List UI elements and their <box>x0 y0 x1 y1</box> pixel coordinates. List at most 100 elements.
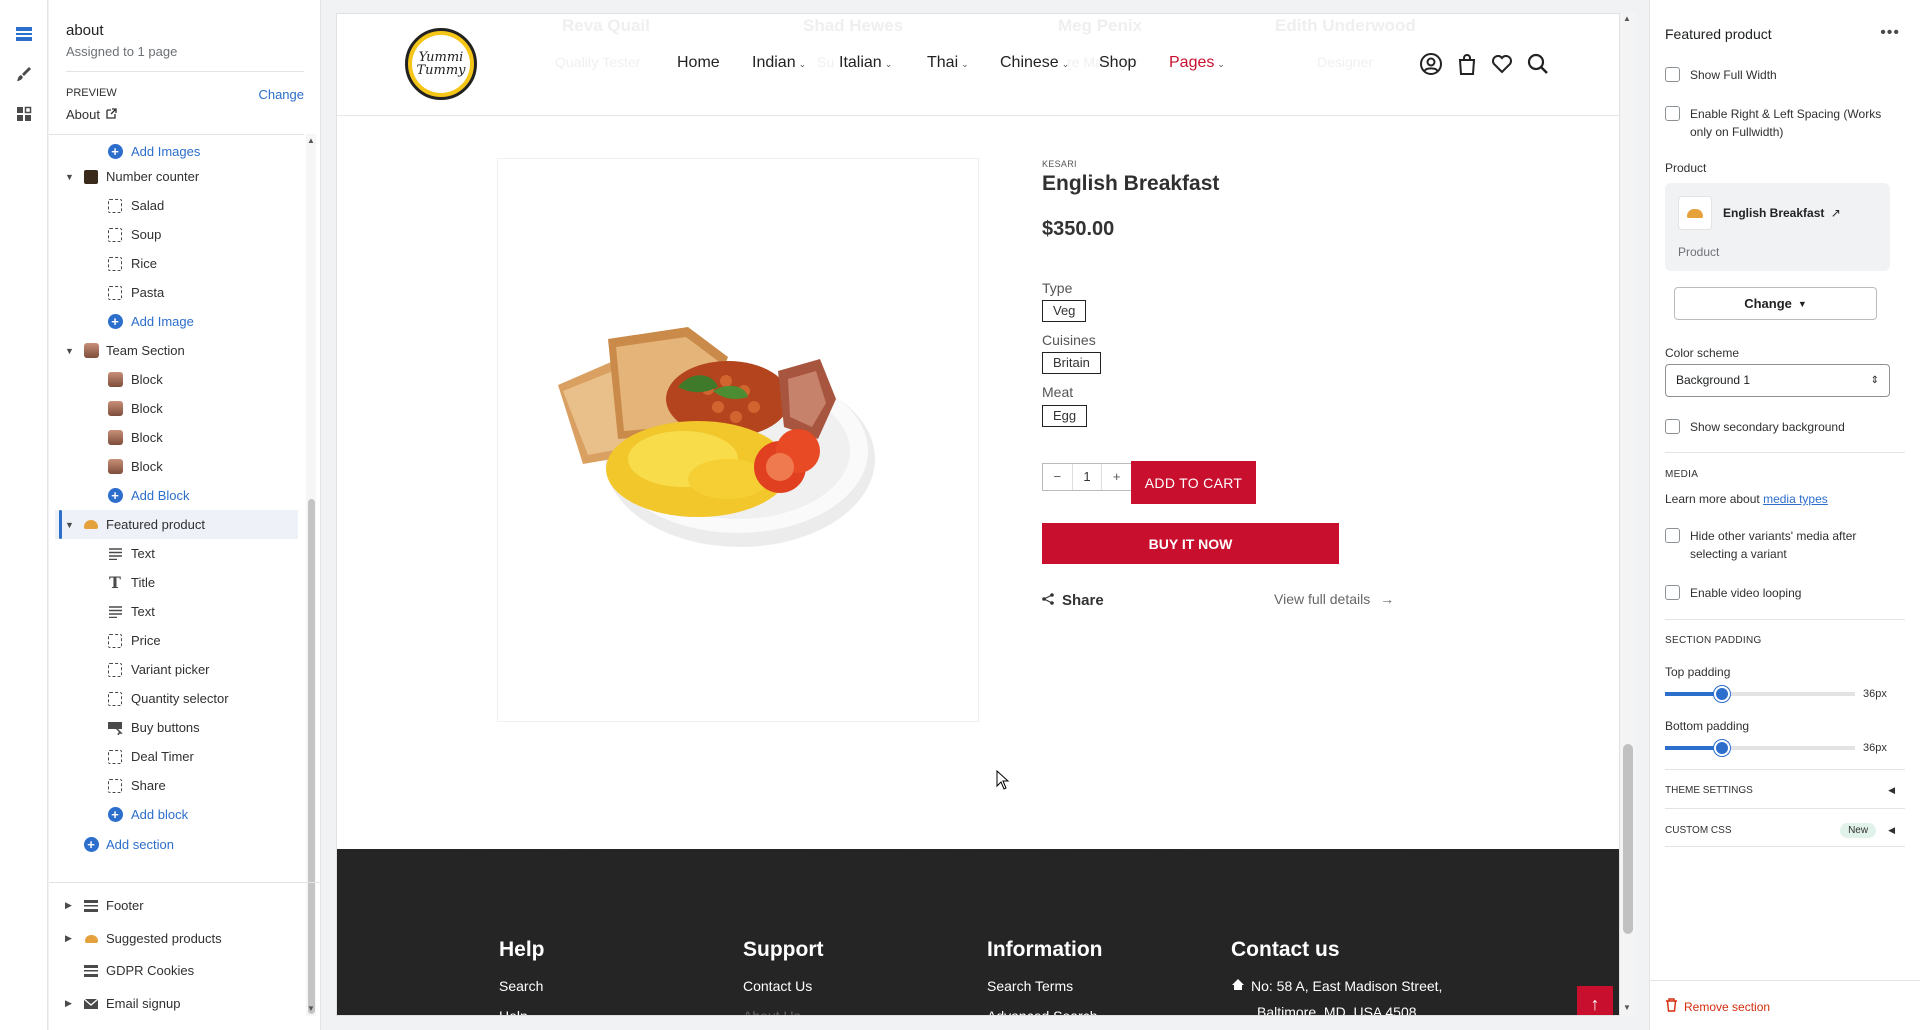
theme-settings-accordion[interactable]: THEME SETTINGS ◀ <box>1665 785 1895 796</box>
block-item[interactable]: Text <box>49 597 304 626</box>
buy-now-button[interactable]: BUY IT NOW <box>1042 523 1339 564</box>
block-item[interactable]: Rice <box>49 249 304 278</box>
footer-link[interactable]: About Us <box>743 1008 823 1015</box>
block-item[interactable]: Variant picker <box>49 655 304 684</box>
footer-link[interactable]: Advanced Search <box>987 1008 1103 1015</box>
block-item[interactable]: Buy buttons <box>49 713 304 742</box>
plus-button[interactable]: + <box>1102 464 1131 490</box>
add-block-button[interactable]: + Add block <box>49 800 304 829</box>
section-padding-caption: SECTION PADDING <box>1665 635 1762 646</box>
option-pill-meat[interactable]: Egg <box>1042 405 1088 427</box>
bottom-padding-slider[interactable] <box>1665 740 1855 756</box>
heart-icon[interactable] <box>1490 52 1514 76</box>
block-item[interactable]: Block <box>49 394 304 423</box>
preview-scrollbar[interactable]: ▲ ▼ <box>1620 13 1636 1016</box>
share-button[interactable]: Share <box>1042 592 1104 609</box>
custom-css-accordion[interactable]: CUSTOM CSS New ◀ <box>1665 823 1895 838</box>
show-full-width-checkbox[interactable]: Show Full Width <box>1665 66 1890 84</box>
footer-link[interactable]: Search Terms <box>987 978 1103 994</box>
block-item[interactable]: Block <box>49 365 304 394</box>
section-number-counter[interactable]: ▼ Number counter <box>49 162 304 191</box>
block-item[interactable]: Deal Timer <box>49 742 304 771</box>
plus-circle-icon: + <box>106 487 124 505</box>
color-scheme-select[interactable]: Background 1 ⇕ <box>1665 364 1890 397</box>
theme-settings-brush-icon[interactable] <box>8 58 40 90</box>
account-icon[interactable] <box>1419 52 1443 76</box>
block-item[interactable]: Block <box>49 423 304 452</box>
add-section-button[interactable]: + Add section <box>49 830 304 859</box>
slider-handle[interactable] <box>1714 686 1730 702</box>
person-thumbnail-icon <box>106 371 124 389</box>
caret-down-icon[interactable]: ▼ <box>65 520 74 530</box>
video-looping-checkbox[interactable]: Enable video looping <box>1665 584 1890 602</box>
add-image-button[interactable]: + Add Image <box>49 307 304 336</box>
footer-link[interactable]: Contact Us <box>743 978 823 994</box>
footer-link[interactable]: Help <box>499 1008 545 1015</box>
storefront-preview[interactable]: Reva Quail Shad Hewes Meg Penix Edith Un… <box>336 13 1620 1016</box>
block-item[interactable]: T Title <box>49 568 304 597</box>
nav-thai[interactable]: Thai ⌄ <box>927 54 969 72</box>
preview-change-link[interactable]: Change <box>258 87 304 102</box>
nav-chinese[interactable]: Chinese ⌄ <box>1000 54 1069 72</box>
block-item[interactable]: Pasta <box>49 278 304 307</box>
back-to-top-button[interactable]: ↑ <box>1577 986 1613 1015</box>
secondary-background-checkbox[interactable]: Show secondary background <box>1665 418 1890 436</box>
nav-italian[interactable]: Italian ⌄ <box>839 54 892 72</box>
caret-right-icon[interactable]: ▶ <box>65 933 72 944</box>
app-embeds-icon[interactable] <box>8 98 40 130</box>
quantity-input[interactable]: 1 <box>1071 464 1103 490</box>
product-price: $350.00 <box>1042 218 1115 240</box>
caret-right-icon[interactable]: ▶ <box>65 900 72 911</box>
media-types-link[interactable]: media types <box>1763 492 1828 506</box>
nav-home[interactable]: Home <box>677 54 720 72</box>
section-gdpr-cookies[interactable]: GDPR Cookies <box>49 956 304 985</box>
block-item[interactable]: Text <box>49 539 304 568</box>
slider-handle[interactable] <box>1714 740 1730 756</box>
caret-down-icon[interactable]: ▼ <box>65 346 74 356</box>
chevron-down-icon: ⌄ <box>884 59 893 69</box>
more-options-icon[interactable]: ••• <box>1880 24 1900 42</box>
block-item[interactable]: Block <box>49 452 304 481</box>
bag-icon[interactable] <box>1455 52 1479 76</box>
minus-button[interactable]: − <box>1043 464 1072 490</box>
preview-page-name: About <box>66 107 100 122</box>
remove-section-button[interactable]: Remove section <box>1665 998 1770 1015</box>
block-item[interactable]: Salad <box>49 191 304 220</box>
block-item[interactable]: Share <box>49 771 304 800</box>
plus-circle-icon: + <box>106 143 124 161</box>
block-item[interactable]: Price <box>49 626 304 655</box>
caret-right-icon[interactable]: ▶ <box>65 998 72 1009</box>
section-team[interactable]: ▼ Team Section <box>49 336 304 365</box>
section-footer[interactable]: ▶ Footer <box>49 891 304 920</box>
enable-spacing-checkbox[interactable]: Enable Right & Left Spacing (Works only … <box>1665 105 1890 141</box>
block-item[interactable]: Soup <box>49 220 304 249</box>
divider <box>1665 619 1905 620</box>
change-product-button[interactable]: Change ▼ <box>1674 287 1877 320</box>
product-image[interactable] <box>497 158 979 722</box>
footer-link[interactable]: Search <box>499 978 545 994</box>
site-logo[interactable]: Yummi Tummy <box>405 28 477 100</box>
nav-pages[interactable]: Pages ⌄ <box>1169 54 1225 72</box>
search-icon[interactable] <box>1526 52 1550 76</box>
option-pill-cuisines[interactable]: Britain <box>1042 352 1101 374</box>
external-link-icon[interactable] <box>106 107 117 122</box>
block-item[interactable]: Quantity selector <box>49 684 304 713</box>
sidebar-scrollbar[interactable]: ▲ ▼ <box>306 134 316 1016</box>
option-pill-type[interactable]: Veg <box>1042 300 1087 322</box>
sections-icon[interactable] <box>8 18 40 50</box>
section-suggested-products[interactable]: ▶ Suggested products <box>49 924 304 953</box>
add-block-button[interactable]: + Add Block <box>49 481 304 510</box>
hide-variants-checkbox[interactable]: Hide other variants' media after selecti… <box>1665 527 1890 563</box>
block-bracket-icon <box>106 197 124 215</box>
caret-down-icon[interactable]: ▼ <box>65 172 74 182</box>
top-padding-slider[interactable] <box>1665 686 1855 702</box>
section-email-signup[interactable]: ▶ Email signup <box>49 989 304 1018</box>
section-featured-product[interactable]: ▼ Featured product <box>55 510 298 539</box>
nav-shop[interactable]: Shop <box>1099 54 1136 72</box>
add-to-cart-button[interactable]: ADD TO CART <box>1131 461 1256 504</box>
food-thumbnail-icon <box>82 516 100 534</box>
view-full-details-link[interactable]: View full details → <box>1274 591 1394 607</box>
text-lines-icon <box>106 603 124 621</box>
food-thumbnail-icon <box>82 930 100 948</box>
nav-indian[interactable]: Indian ⌄ <box>752 54 806 72</box>
